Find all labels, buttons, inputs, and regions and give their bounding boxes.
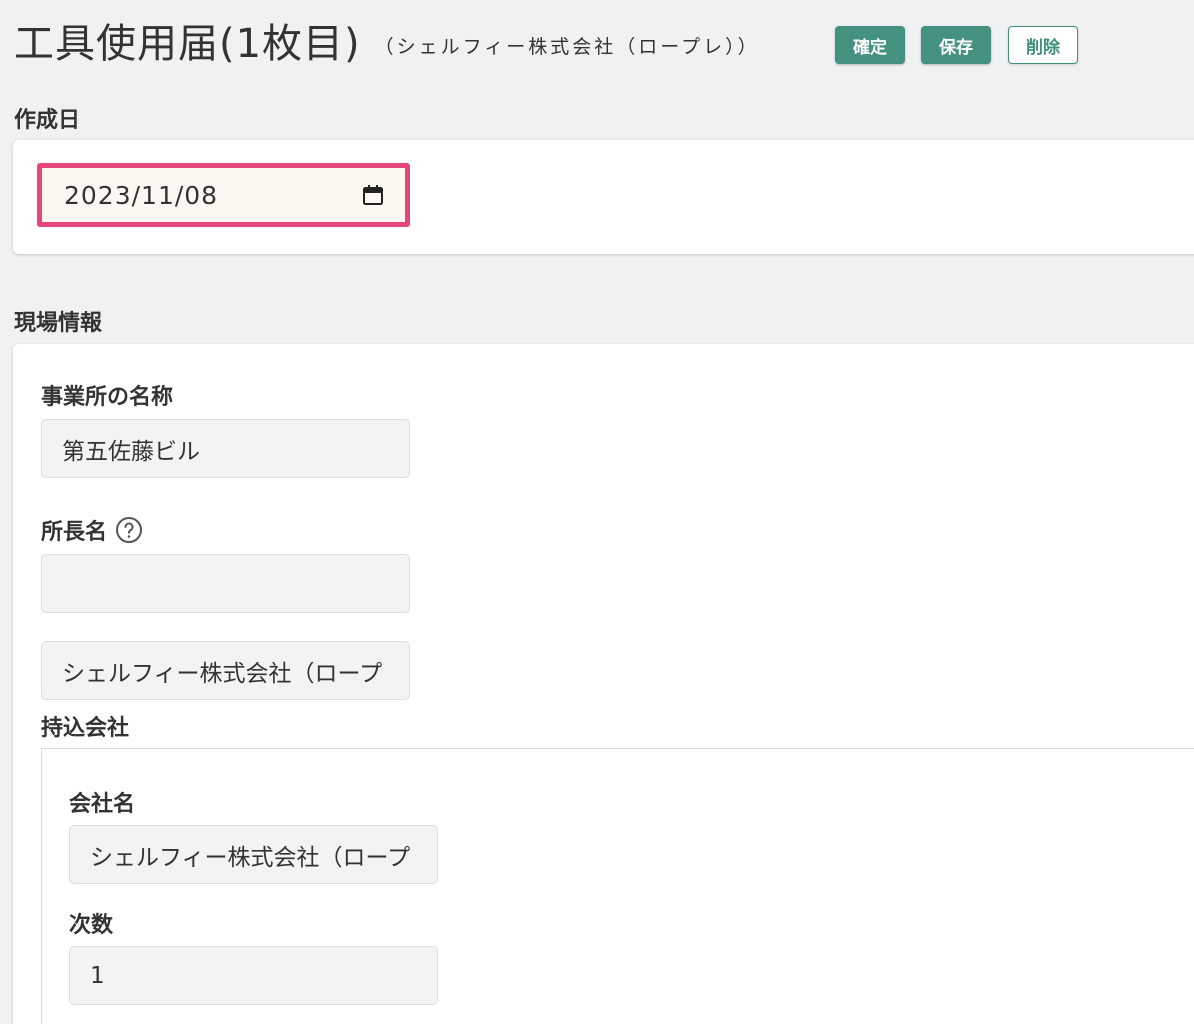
bring-in-company-label-text: 持込会社 xyxy=(41,716,130,741)
site-company-field[interactable]: シェルフィー株式会社（ロープ xyxy=(41,641,410,700)
company-name-field[interactable]: シェルフィー株式会社（ロープ xyxy=(69,825,438,884)
office-name-field[interactable]: 第五佐藤ビル xyxy=(41,419,410,478)
confirm-button[interactable]: 確定 xyxy=(835,26,905,64)
director-label-text: 所長名 xyxy=(41,520,108,545)
creation-date-input[interactable]: 2023/11/08 xyxy=(37,163,410,227)
page-subtitle: （シェルフィー株式会社（ロープレ）） xyxy=(374,36,760,58)
company-name-label-text: 会社名 xyxy=(69,792,136,817)
site-info-heading: 現場情報 xyxy=(14,311,103,336)
office-name-label-text: 事業所の名称 xyxy=(41,385,174,410)
page-title: 工具使用届(1枚目) xyxy=(14,21,361,67)
office-name-label: 事業所の名称 xyxy=(41,379,173,411)
director-label: 所長名 xyxy=(41,514,143,546)
tier-label-text: 次数 xyxy=(69,913,114,938)
director-name-field[interactable] xyxy=(41,554,410,613)
tier-label: 次数 xyxy=(69,907,113,939)
page: 工具使用届(1枚目) （シェルフィー株式会社（ロープレ）） 確定 保存 削除 作… xyxy=(0,0,1194,1024)
help-icon[interactable] xyxy=(115,516,143,544)
bring-in-company-label: 持込会社 xyxy=(41,710,129,742)
save-button[interactable]: 保存 xyxy=(921,26,991,64)
tier-field[interactable]: 1 xyxy=(69,946,438,1005)
creation-date-value: 2023/11/08 xyxy=(64,180,219,210)
delete-button[interactable]: 削除 xyxy=(1008,26,1078,64)
creation-date-heading: 作成日 xyxy=(14,108,81,133)
calendar-icon[interactable] xyxy=(361,183,385,207)
header: 工具使用届(1枚目) （シェルフィー株式会社（ロープレ）） xyxy=(14,16,760,72)
company-name-label: 会社名 xyxy=(69,786,135,818)
